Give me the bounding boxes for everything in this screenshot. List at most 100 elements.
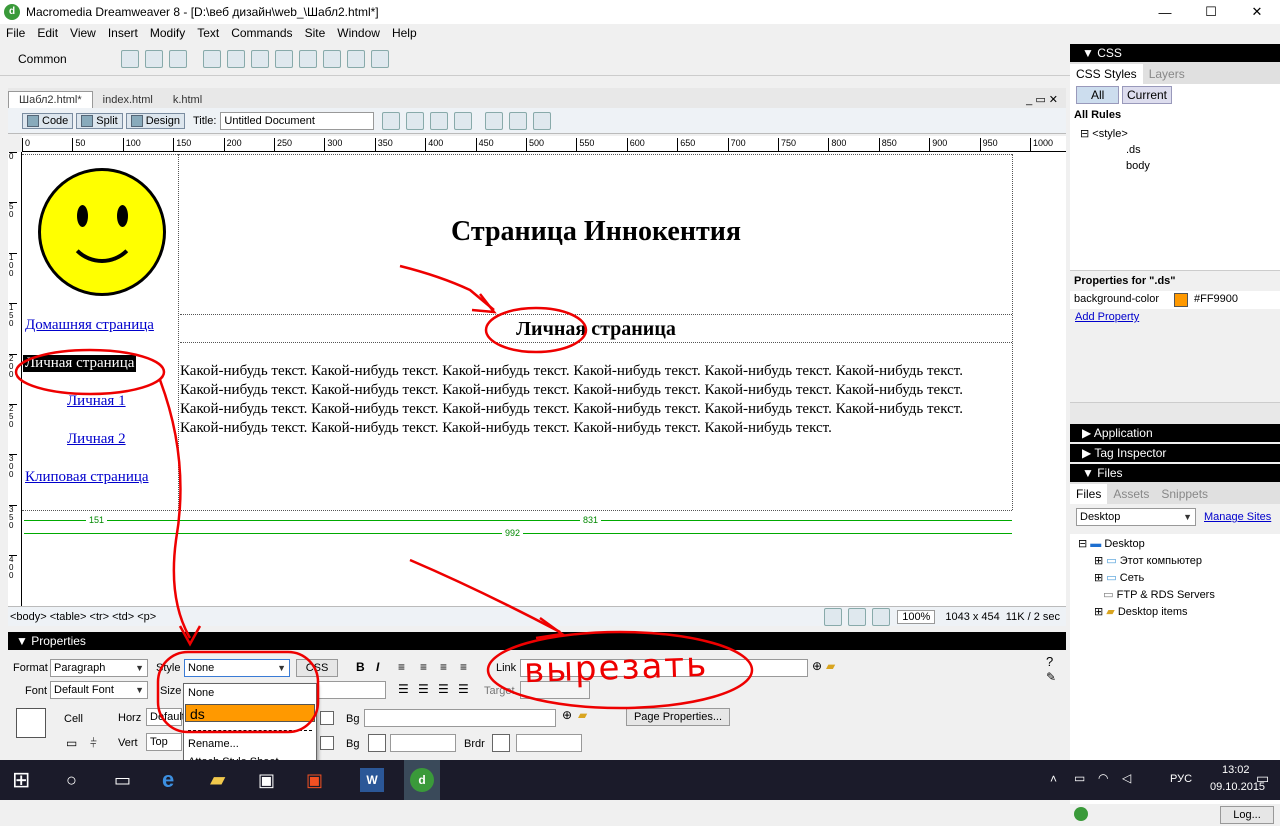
page-heading[interactable]: Страница Иннокентия bbox=[180, 216, 1012, 248]
date-icon[interactable] bbox=[299, 49, 317, 68]
window-size[interactable]: 1043 x 454 bbox=[945, 611, 999, 623]
menu-text[interactable]: Text bbox=[191, 24, 225, 42]
office-icon[interactable]: ▣ bbox=[306, 768, 330, 792]
font-select[interactable]: Default Font ▼ bbox=[50, 681, 148, 699]
edge-browser-icon[interactable]: e bbox=[162, 768, 186, 792]
close-button[interactable]: ✕ bbox=[1234, 0, 1280, 24]
refresh-icon[interactable] bbox=[485, 111, 504, 130]
point-to-file-icon[interactable]: ⊕ bbox=[812, 659, 822, 673]
tag-chooser-icon[interactable] bbox=[371, 49, 389, 68]
help-icon[interactable]: ? bbox=[1046, 654, 1053, 669]
rule-ds[interactable]: .ds bbox=[1126, 142, 1141, 158]
page-subheading[interactable]: Личная страница bbox=[180, 318, 1012, 341]
bg-color-swatch[interactable] bbox=[368, 734, 386, 752]
all-mode-button[interactable]: All bbox=[1076, 86, 1120, 104]
width-left-label[interactable]: 151 bbox=[86, 515, 108, 525]
menu-view[interactable]: View bbox=[64, 24, 102, 42]
file-explorer-icon[interactable]: ▰ bbox=[210, 768, 234, 792]
zoom-select[interactable]: 100% bbox=[897, 609, 936, 624]
minimize-button[interactable]: — bbox=[1142, 0, 1188, 24]
no-wrap-checkbox[interactable] bbox=[320, 711, 334, 725]
site-select[interactable]: Desktop ▼ bbox=[1076, 508, 1196, 526]
preview-icon[interactable] bbox=[430, 111, 449, 130]
hyperlink-icon[interactable] bbox=[121, 49, 139, 68]
menu-edit[interactable]: Edit bbox=[31, 24, 64, 42]
nav-personal1-link[interactable]: Личная 1 bbox=[67, 393, 126, 410]
tree-this-computer[interactable]: ⊞ ▭ Этот компьютер bbox=[1094, 553, 1202, 569]
tab-snippets[interactable]: Snippets bbox=[1155, 484, 1214, 504]
zoom-tool-icon[interactable] bbox=[872, 607, 891, 626]
format-select[interactable]: Paragraph ▼ bbox=[50, 659, 148, 677]
search-icon[interactable]: ○ bbox=[66, 768, 90, 792]
maximize-button[interactable]: ☐ bbox=[1188, 0, 1234, 24]
code-view-button[interactable]: Code bbox=[22, 112, 74, 129]
nav-home-link[interactable]: Домашняя страница bbox=[25, 317, 154, 334]
windows-start-icon[interactable]: ⊞ bbox=[12, 768, 36, 792]
quick-tag-editor-icon[interactable]: ✎ bbox=[1046, 670, 1056, 684]
page-properties-button[interactable]: Page Properties... bbox=[626, 708, 730, 726]
tab-shabl2[interactable]: Шабл2.html* bbox=[8, 91, 93, 108]
email-link-icon[interactable] bbox=[145, 49, 163, 68]
tree-desktop-items[interactable]: ⊞ ▰ Desktop items bbox=[1094, 604, 1188, 620]
folder-icon[interactable]: ▰ bbox=[826, 659, 835, 673]
hand-tool-icon[interactable] bbox=[848, 607, 867, 626]
check-browser-icon[interactable] bbox=[382, 111, 401, 130]
properties-header[interactable]: ▼ Properties bbox=[8, 632, 1066, 650]
image-icon[interactable] bbox=[251, 49, 269, 68]
style-select[interactable]: None ▼ bbox=[184, 659, 290, 677]
tab-assets[interactable]: Assets bbox=[1107, 484, 1155, 504]
store-icon[interactable]: ▣ bbox=[258, 768, 282, 792]
tab-layers[interactable]: Layers bbox=[1143, 64, 1191, 84]
view-options-icon[interactable] bbox=[509, 111, 528, 130]
tab-index[interactable]: index.html bbox=[93, 92, 163, 108]
template-icon[interactable] bbox=[347, 49, 365, 68]
prop-color-swatch[interactable] bbox=[1174, 293, 1188, 307]
border-color-swatch[interactable] bbox=[492, 734, 510, 752]
add-property-link[interactable]: Add Property bbox=[1075, 311, 1139, 323]
align-left-icon[interactable]: ≡ bbox=[398, 660, 405, 674]
vert-select[interactable]: Top bbox=[146, 733, 182, 751]
tag-inspector-header[interactable]: ▶ Tag Inspector bbox=[1070, 444, 1280, 462]
dreamweaver-taskbar-icon[interactable]: d bbox=[410, 768, 434, 792]
nav-personal2-link[interactable]: Личная 2 bbox=[67, 431, 126, 448]
split-view-button[interactable]: Split bbox=[76, 112, 123, 129]
media-icon[interactable] bbox=[275, 49, 293, 68]
border-color-input[interactable] bbox=[516, 734, 582, 752]
css-panel-header[interactable]: ▼ CSS bbox=[1070, 44, 1280, 62]
bg-color-input[interactable] bbox=[390, 734, 456, 752]
merge-cells-icon[interactable]: ▭ bbox=[66, 736, 77, 750]
menu-site[interactable]: Site bbox=[299, 24, 332, 42]
tag-selector[interactable]: <body> <table> <tr> <td> <p> bbox=[10, 611, 156, 623]
task-view-icon[interactable]: ▭ bbox=[114, 768, 138, 792]
header-checkbox[interactable] bbox=[320, 736, 334, 750]
align-right-icon[interactable]: ≡ bbox=[440, 660, 447, 674]
indent-icon[interactable]: ☰ bbox=[458, 682, 469, 696]
horz-select[interactable]: Default bbox=[146, 708, 185, 726]
align-justify-icon[interactable]: ≡ bbox=[460, 660, 467, 674]
network-icon[interactable]: ▭ bbox=[1074, 771, 1085, 785]
comment-icon[interactable] bbox=[323, 49, 341, 68]
rule-body[interactable]: body bbox=[1126, 158, 1150, 174]
style-option-ds[interactable]: ds bbox=[185, 704, 315, 722]
tree-network[interactable]: ⊞ ▭ Сеть bbox=[1094, 570, 1144, 586]
tree-ftp-rds[interactable]: ▭ FTP & RDS Servers bbox=[1094, 587, 1215, 603]
split-cell-icon[interactable]: ⫩ bbox=[90, 736, 97, 751]
named-anchor-icon[interactable] bbox=[169, 49, 187, 68]
doc-window-controls[interactable]: _ ▭ ✕ bbox=[1018, 91, 1066, 108]
layer-icon[interactable] bbox=[227, 49, 245, 68]
style-option-rename[interactable]: Rename... bbox=[184, 735, 316, 753]
tab-css-styles[interactable]: CSS Styles bbox=[1070, 64, 1143, 84]
tree-desktop[interactable]: ⊟ ▬ Desktop bbox=[1078, 536, 1145, 552]
bg-image-input[interactable] bbox=[364, 709, 556, 727]
globe-icon[interactable] bbox=[454, 111, 473, 130]
menu-commands[interactable]: Commands bbox=[225, 24, 298, 42]
wifi-icon[interactable]: ◠ bbox=[1098, 771, 1108, 785]
tab-files[interactable]: Files bbox=[1070, 484, 1108, 504]
style-option-none[interactable]: None bbox=[184, 684, 316, 702]
manage-sites-link[interactable]: Manage Sites bbox=[1204, 511, 1271, 523]
tray-up-arrow-icon[interactable]: ˄ bbox=[1050, 772, 1057, 786]
word-icon[interactable]: W bbox=[360, 768, 384, 792]
clock-time[interactable]: 13:02 bbox=[1222, 764, 1250, 776]
bold-button[interactable]: B bbox=[356, 660, 365, 674]
language-indicator[interactable]: РУС bbox=[1170, 773, 1192, 785]
